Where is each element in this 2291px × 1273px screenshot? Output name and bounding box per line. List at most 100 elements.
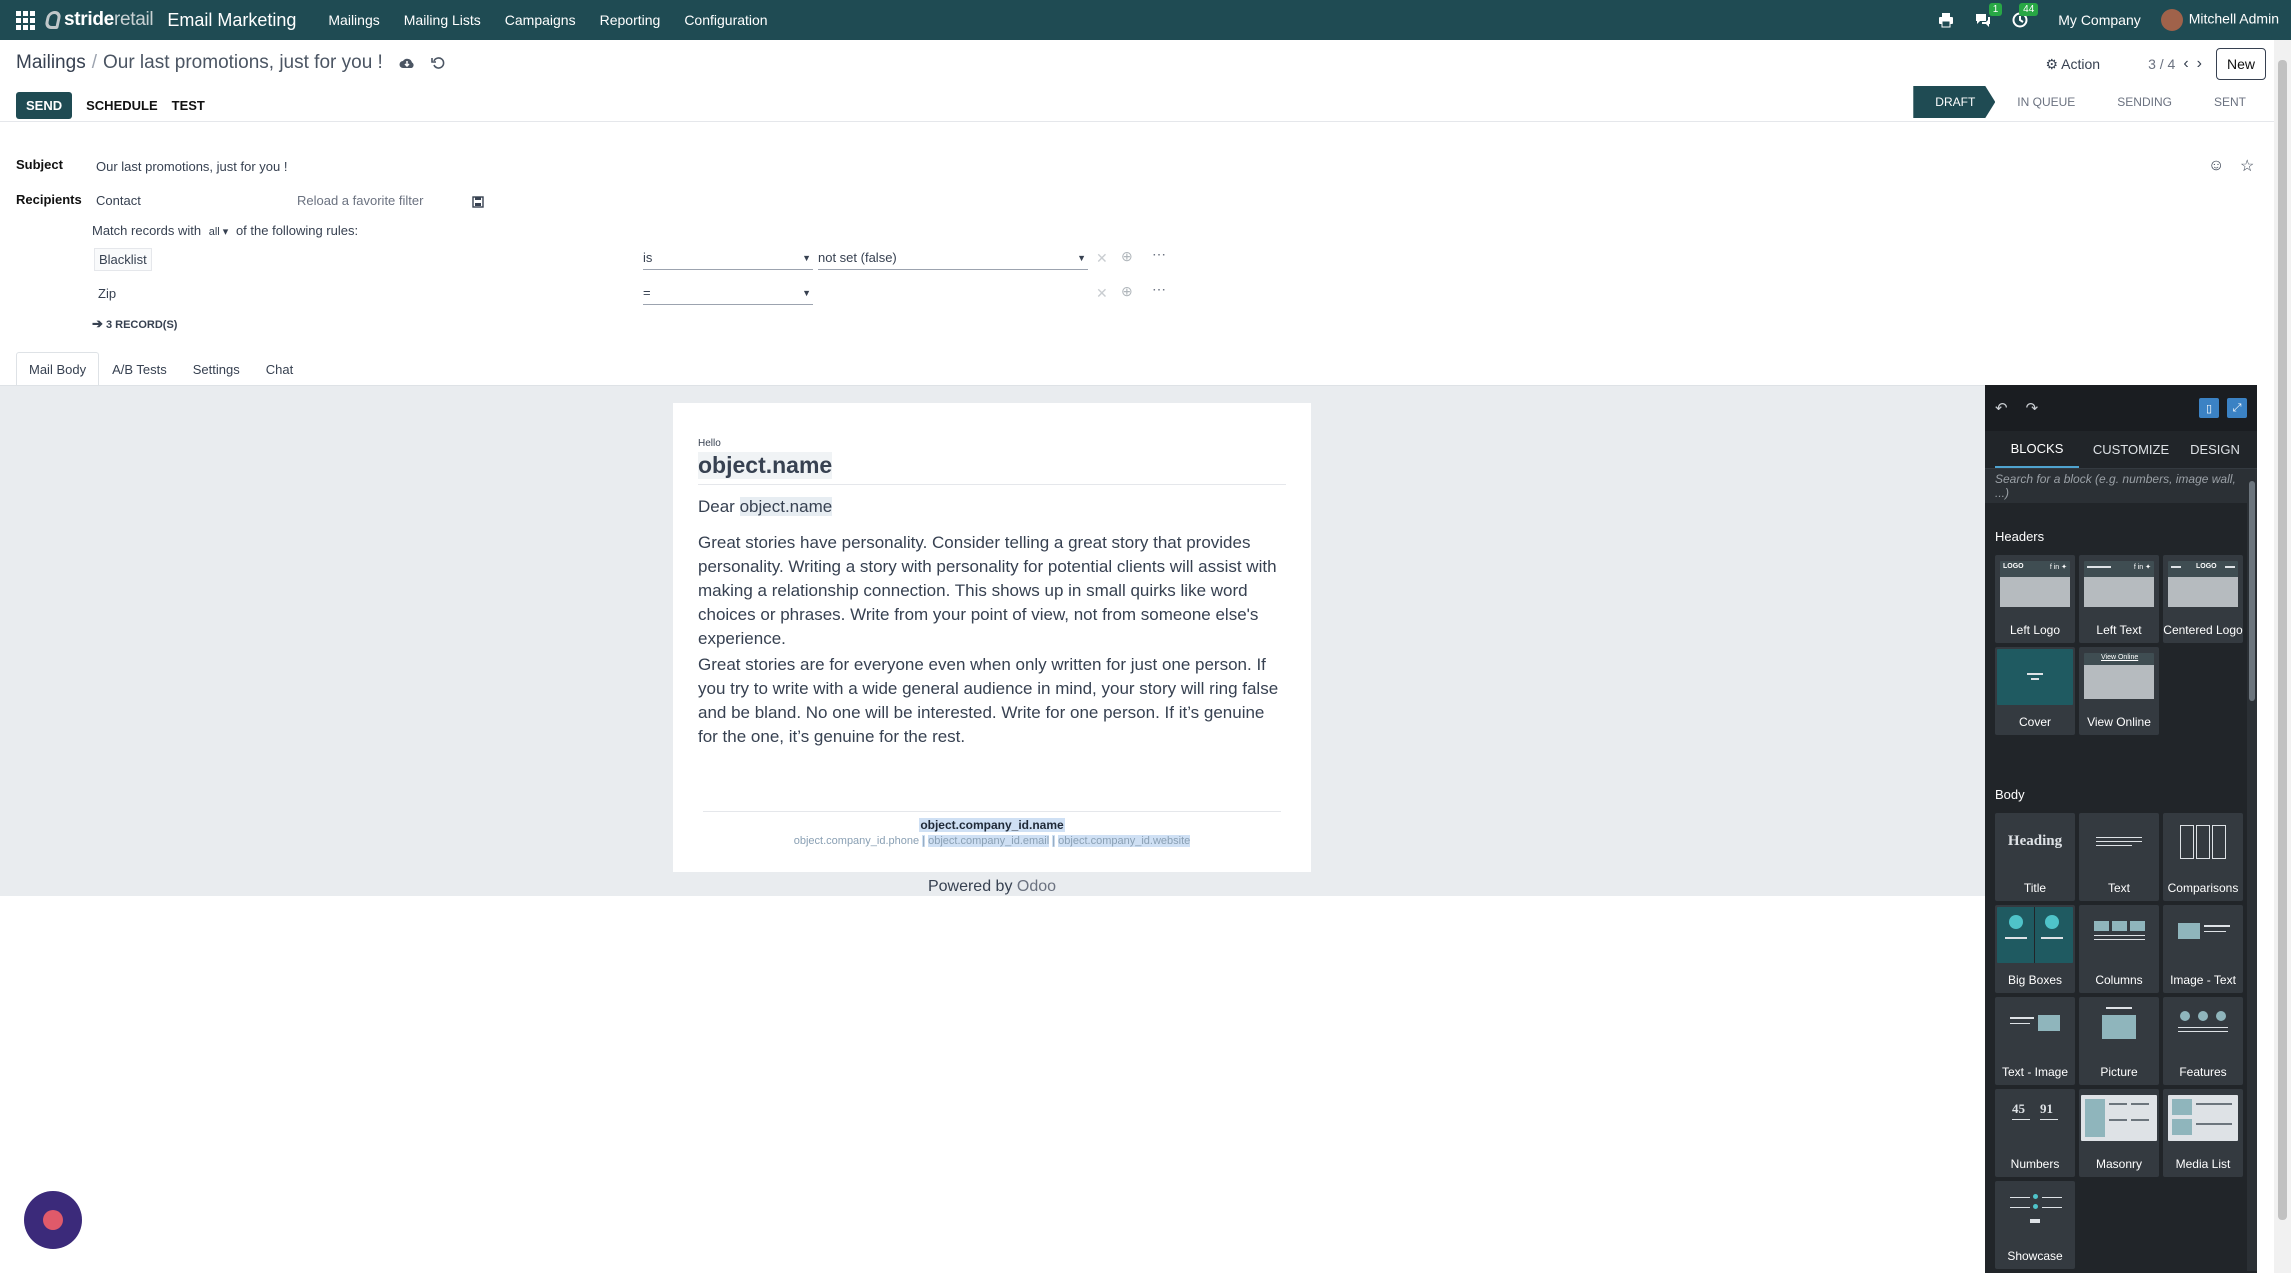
snippet-text-image[interactable]: Text - Image — [1995, 997, 2075, 1085]
block-search-input[interactable]: Search for a block (e.g. numbers, image … — [1985, 469, 2257, 503]
tab-ab-tests[interactable]: A/B Tests — [99, 352, 180, 386]
mail-body[interactable]: Hello object.name Dear object.name Great… — [673, 403, 1311, 872]
status-draft[interactable]: DRAFT — [1913, 86, 1995, 118]
schedule-button[interactable]: SCHEDULE — [86, 98, 158, 113]
menu-mailing-lists[interactable]: Mailing Lists — [404, 12, 481, 28]
menu-campaigns[interactable]: Campaigns — [505, 12, 576, 28]
star-icon[interactable]: ☆ — [2240, 156, 2254, 176]
mobile-preview-icon[interactable]: ▯ — [2199, 398, 2219, 418]
new-button[interactable]: New — [2215, 48, 2266, 80]
pager-value[interactable]: 3 / 4 — [2148, 56, 2175, 72]
emoji-icon[interactable]: ☺ — [2208, 157, 2224, 175]
snippet-thumb — [2081, 1095, 2157, 1141]
snippet-big-boxes[interactable]: Big Boxes — [1995, 905, 2075, 993]
snippet-picture[interactable]: Picture — [2079, 997, 2159, 1085]
fullscreen-icon[interactable]: ⤢ — [2227, 398, 2247, 418]
snippet-text[interactable]: Text — [2079, 813, 2159, 901]
rule-more-icon[interactable]: ⋯ — [1152, 246, 1166, 263]
rule-operator-select[interactable]: is ▼ — [643, 250, 813, 270]
footer-contact-line[interactable]: object.company_id.phone | object.company… — [673, 835, 1311, 847]
rule-value-select[interactable]: not set (false) ▼ — [818, 250, 1088, 270]
test-button[interactable]: TEST — [172, 98, 205, 113]
snippet-media-list[interactable]: Media List — [2163, 1089, 2243, 1177]
rule-delete-icon[interactable]: ✕ — [1096, 285, 1108, 302]
mail-greeting[interactable]: Dear object.name — [698, 497, 833, 517]
menu-mailings[interactable]: Mailings — [328, 12, 379, 28]
company-switcher[interactable]: My Company — [2058, 12, 2140, 28]
snippet-title[interactable]: Heading Title — [1995, 813, 2075, 901]
powered-by-brand[interactable]: Odoo — [1017, 878, 1056, 895]
records-toggle[interactable]: ➔ 3 RECORD(S) — [92, 316, 177, 332]
page-scrollbar[interactable] — [2274, 40, 2291, 1273]
breadcrumb-current: Our last promotions, just for you ! — [102, 52, 383, 73]
chevron-right-icon[interactable]: › — [2197, 55, 2202, 73]
tab-mail-body[interactable]: Mail Body — [16, 352, 100, 386]
snippet-image-text[interactable]: Image - Text — [2163, 905, 2243, 993]
snippet-centered-logo[interactable]: LOGO Centered Logo — [2163, 555, 2243, 643]
action-menu[interactable]: ⚙ Action — [2045, 56, 2100, 73]
rule-operator-select[interactable]: = ▼ — [643, 285, 813, 305]
discard-changes-icon[interactable] — [431, 56, 445, 70]
snippet-cover[interactable]: Cover — [1995, 647, 2075, 735]
snippet-left-logo[interactable]: LOGO f in ✦ Left Logo — [1995, 555, 2075, 643]
print-icon[interactable] — [1938, 12, 1954, 28]
chevron-left-icon[interactable]: ‹ — [2183, 55, 2188, 73]
snippet-thumb — [2084, 1003, 2154, 1049]
rule-add-icon[interactable]: ⊕ — [1121, 248, 1133, 265]
subject-input[interactable]: Our last promotions, just for you ! — [96, 159, 287, 174]
thumb-heading-text: Heading — [2007, 833, 2063, 849]
mail-paragraph-1[interactable]: Great stories have personality. Consider… — [698, 531, 1288, 651]
user-menu[interactable]: Mitchell Admin — [2160, 9, 2279, 31]
recipients-model-select[interactable]: Contact — [96, 193, 141, 208]
tab-customize[interactable]: CUSTOMIZE — [2089, 432, 2173, 467]
snippet-columns[interactable]: Columns — [2079, 905, 2159, 993]
snippet-label: Left Text — [2096, 623, 2142, 637]
snippet-features[interactable]: Features — [2163, 997, 2243, 1085]
rule-field-zip[interactable]: Zip — [98, 286, 116, 301]
tab-settings[interactable]: Settings — [180, 352, 253, 386]
app-name[interactable]: Email Marketing — [167, 10, 296, 31]
match-mode-select[interactable]: all ▾ — [209, 226, 229, 238]
status-sent[interactable]: SENT — [2192, 86, 2266, 118]
match-mode-value: all — [208, 226, 220, 238]
footer-company-name[interactable]: object.company_id.name — [673, 818, 1311, 832]
snippet-view-online[interactable]: View Online View Online — [2079, 647, 2159, 735]
menu-configuration[interactable]: Configuration — [684, 12, 767, 28]
snippet-comparisons[interactable]: Comparisons — [2163, 813, 2243, 901]
breadcrumb-root[interactable]: Mailings — [16, 52, 86, 74]
menu-reporting[interactable]: Reporting — [600, 12, 661, 28]
status-in-queue[interactable]: IN QUEUE — [1995, 86, 2095, 118]
section-headers: Headers — [1995, 529, 2045, 544]
mail-heading[interactable]: object.name — [698, 452, 833, 479]
activities-button[interactable]: 44 — [2012, 3, 2039, 28]
footer-website: object.company_id.website — [1058, 835, 1191, 847]
tab-chat[interactable]: Chat — [253, 352, 306, 386]
tab-design[interactable]: DESIGN — [2173, 432, 2257, 467]
send-button[interactable]: SEND — [16, 92, 73, 119]
brand-logo[interactable]: stride retail — [44, 9, 154, 31]
redo-icon[interactable]: ↷ — [2026, 399, 2039, 417]
snippet-showcase[interactable]: Showcase — [1995, 1181, 2075, 1269]
reload-filter-link[interactable]: Reload a favorite filter — [297, 193, 423, 208]
save-filter-icon[interactable] — [472, 196, 484, 208]
user-name: Mitchell Admin — [2188, 10, 2279, 27]
rule-delete-icon[interactable]: ✕ — [1096, 250, 1108, 267]
snippet-numbers[interactable]: 45 91 Numbers — [1995, 1089, 2075, 1177]
snippet-left-text[interactable]: f in ✦ Left Text — [2079, 555, 2159, 643]
snippet-thumb — [2168, 1003, 2238, 1049]
snippet-masonry[interactable]: Masonry — [2079, 1089, 2159, 1177]
rule-field-blacklist[interactable]: Blacklist — [94, 248, 152, 271]
snippet-label: Masonry — [2095, 1157, 2142, 1171]
rule-more-icon[interactable]: ⋯ — [1152, 281, 1166, 298]
tab-blocks[interactable]: BLOCKS — [1995, 431, 2079, 468]
save-cloud-icon[interactable] — [399, 56, 415, 70]
status-sending[interactable]: SENDING — [2095, 86, 2192, 118]
apps-menu-icon[interactable] — [14, 9, 36, 31]
livechat-bubble-icon[interactable] — [24, 1191, 82, 1249]
mail-paragraph-2[interactable]: Great stories are for everyone even when… — [698, 653, 1288, 749]
panel-scrollbar[interactable] — [2247, 471, 2257, 1271]
rule-add-icon[interactable]: ⊕ — [1121, 283, 1133, 300]
messages-button[interactable]: 1 — [1974, 3, 2003, 28]
undo-icon[interactable]: ↶ — [1995, 399, 2008, 417]
mail-hello[interactable]: Hello — [698, 438, 721, 449]
